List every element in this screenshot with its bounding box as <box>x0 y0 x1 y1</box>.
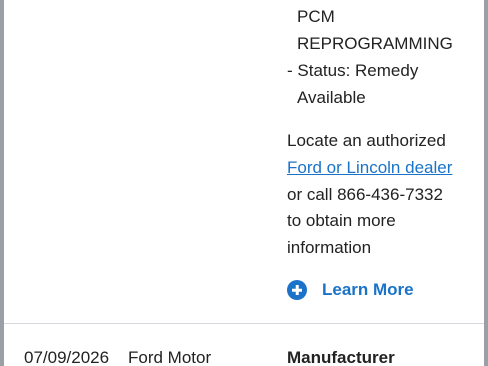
learn-more-button[interactable]: Learn More <box>287 278 414 302</box>
recall-date: 07/09/2026 <box>24 348 110 366</box>
right-border <box>484 0 488 366</box>
recall-component-line2: REPROGRAMMING <box>297 34 453 53</box>
dealer-locator-link[interactable]: Ford or Lincoln dealer <box>287 155 452 181</box>
left-border <box>0 0 4 366</box>
contact-line1: Locate an authorized <box>287 131 446 150</box>
recall-component-line1: PCM <box>297 7 335 26</box>
recall-status-line1: - Status: Remedy <box>287 61 419 80</box>
contact-line5: information <box>287 238 372 257</box>
recall-source: Ford Motor <box>128 348 212 366</box>
learn-more-label: Learn More <box>322 280 414 299</box>
recall-status-line2: Available <box>297 88 366 107</box>
row-divider <box>4 323 484 324</box>
contact-phone-line: or call 866-436-7332 <box>287 185 443 204</box>
plus-circle-icon <box>287 280 307 300</box>
contact-line4: to obtain more <box>287 211 396 230</box>
recall-type: Manufacturer <box>287 348 395 366</box>
